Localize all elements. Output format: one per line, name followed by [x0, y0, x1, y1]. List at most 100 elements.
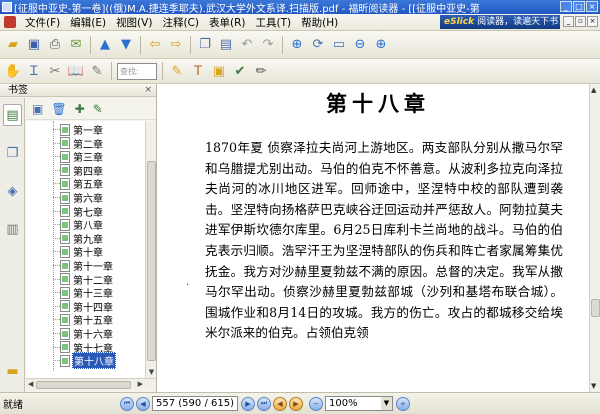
menu-edit[interactable]: 编辑(E) [65, 15, 111, 30]
menu-bar: 文件(F) 编辑(E) 视图(V) 注释(C) 表单(R) 工具(T) 帮助(H… [0, 14, 600, 31]
bookmark-item[interactable]: 第九章 [48, 232, 104, 246]
page-icon[interactable]: ▤ [217, 36, 235, 54]
bookmark-item[interactable]: 第十四章 [48, 300, 114, 314]
typewriter-icon[interactable]: Ｔ [189, 62, 207, 80]
doc-close-button[interactable]: × [587, 16, 598, 27]
bookmark-item[interactable]: 第二章 [48, 137, 104, 151]
history-back-icon[interactable]: ◀ [272, 396, 287, 411]
zoom-out-icon[interactable]: ⊖ [351, 36, 369, 54]
history-forward-icon[interactable]: ▶ [288, 396, 303, 411]
menu-file[interactable]: 文件(F) [20, 15, 65, 30]
document-vertical-scrollbar[interactable]: ▲ ▼ [589, 84, 600, 392]
menu-view[interactable]: 视图(V) [111, 15, 157, 30]
secondary-toolbar: ✋ Ꮖ ✂ 📖 ✎ 查找: ✎ Ｔ ▣ ✔ ✏ [0, 59, 600, 84]
fit-page-icon[interactable]: ▭ [330, 36, 348, 54]
bookmark-item[interactable]: 第十八章 [48, 352, 116, 370]
bookmark-item[interactable]: 第四章 [48, 164, 104, 178]
bookmark-item[interactable]: 第十二章 [48, 273, 114, 287]
comments-tab-icon[interactable]: ▬ [3, 360, 22, 382]
forward-arrow-icon[interactable]: ⇨ [167, 36, 185, 54]
bookmark-horizontal-scrollbar[interactable]: ◀ ▶ [26, 378, 156, 390]
main-toolbar: ▰ ▣ ⎙ ✉ ▲ ▼ ⇦ ⇨ ❐ ▤ ↶ ↷ ⊕ ⟳ ▭ ⊖ ⊕ [0, 31, 600, 59]
nav-down-icon[interactable]: ▼ [117, 36, 135, 54]
pencil-icon[interactable]: ✏ [252, 62, 270, 80]
bookmark-item[interactable]: 第一章 [48, 123, 104, 137]
stamp-icon[interactable]: ✔ [231, 62, 249, 80]
bookmark-item[interactable]: 第十章 [48, 245, 104, 259]
open-folder-icon[interactable]: ▰ [4, 36, 22, 54]
bookmark-item[interactable]: 第三章 [48, 150, 104, 164]
select-text-icon[interactable]: Ꮖ [25, 62, 43, 80]
bookmark-expand-icon[interactable]: ▣ [32, 102, 43, 116]
rotate-icon[interactable]: ⟳ [309, 36, 327, 54]
bookmarks-tab-icon[interactable]: ▤ [3, 104, 22, 126]
status-zoom-out-icon[interactable]: − [308, 396, 323, 411]
bookmark-item[interactable]: 第八章 [48, 218, 104, 232]
extract-page-icon[interactable]: ❐ [196, 36, 214, 54]
snapshot-icon[interactable]: ✂ [46, 62, 64, 80]
bookmark-item[interactable]: 第六章 [48, 191, 104, 205]
zoom-select[interactable]: 100% ▼ [324, 396, 393, 411]
eslick-promo-banner[interactable]: eSlick 阅读器，读遍天下书！ [440, 15, 560, 29]
sidebar: 书签 × ▤ ❐ ◈ ▥ ▬ ⌇ ▣ 🗑 ✚ ✎ 第一章第二章第三章第四章第五章… [0, 84, 157, 414]
bookmark-page-icon [60, 245, 70, 258]
bookmark-page-icon [60, 123, 70, 136]
page-count: (590 / 615) [178, 398, 234, 409]
note-icon[interactable]: ✎ [168, 62, 186, 80]
sidebar-close-icon[interactable]: × [144, 84, 152, 97]
zoom-value: 100% [328, 398, 358, 409]
bookmark-item[interactable]: 第五章 [48, 177, 104, 191]
menu-form[interactable]: 表单(R) [204, 15, 251, 30]
status-bar: 就绪 ⏮ ◀ 557 (590 / 615) ▶ ⏭ ◀ ▶ − 100% ▼ + [0, 392, 600, 414]
back-arrow-icon[interactable]: ⇦ [146, 36, 164, 54]
document-view[interactable]: 第十八章 · 1870年夏 侦察泽拉夫尚河上游地区。两支部队分别从撒马尔罕和乌腊… [158, 84, 589, 392]
first-page-icon[interactable]: ⏮ [120, 396, 134, 411]
bookmark-properties-icon[interactable]: ✎ [93, 102, 103, 116]
status-zoom-in-icon[interactable]: + [395, 396, 410, 411]
layers-tab-icon[interactable]: ◈ [3, 180, 22, 202]
bookmark-page-icon [60, 273, 70, 286]
save-icon[interactable]: ▣ [25, 36, 43, 54]
document-paragraph: 1870年夏 侦察泽拉夫尚河上游地区。两支部队分别从撒马尔罕和乌腊提尤别出动。马… [205, 140, 563, 341]
bookmark-label: 第十八章 [72, 352, 116, 370]
undo-icon[interactable]: ↶ [238, 36, 256, 54]
doc-minimize-button[interactable]: _ [563, 16, 574, 27]
highlight-icon[interactable]: ✎ [88, 62, 106, 80]
bookmark-item[interactable]: 第七章 [48, 205, 104, 219]
zoom-tool-icon[interactable]: ⊕ [288, 36, 306, 54]
zoom-in-icon[interactable]: ⊕ [372, 36, 390, 54]
chapter-title: 第十八章 [326, 91, 430, 116]
menu-help[interactable]: 帮助(H) [296, 15, 343, 30]
bookmark-item[interactable]: 第十六章 [48, 327, 114, 341]
book-icon[interactable]: 📖 [67, 62, 85, 80]
redo-icon[interactable]: ↷ [259, 36, 277, 54]
bookmark-item[interactable]: 第十三章 [48, 286, 114, 300]
bookmark-item[interactable]: 第十一章 [48, 259, 114, 273]
attachments-tab-icon[interactable]: ▥ [3, 218, 22, 240]
find-field[interactable]: 查找: [117, 62, 157, 80]
last-page-icon[interactable]: ⏭ [256, 396, 271, 411]
menu-comment[interactable]: 注释(C) [157, 15, 204, 30]
bookmark-page-icon [60, 313, 70, 326]
bookmark-vertical-scrollbar[interactable]: ▼ [145, 121, 156, 378]
menu-tools[interactable]: 工具(T) [250, 15, 296, 30]
pages-tab-icon[interactable]: ❐ [3, 142, 22, 164]
maximize-button[interactable]: □ [573, 1, 585, 12]
email-icon[interactable]: ✉ [67, 36, 85, 54]
nav-up-icon[interactable]: ▲ [96, 36, 114, 54]
prev-page-icon[interactable]: ◀ [136, 396, 150, 411]
comment-icon[interactable]: ▣ [210, 62, 228, 80]
bookmark-page-icon [60, 137, 70, 150]
bookmark-item[interactable]: 第十五章 [48, 313, 114, 327]
bookmark-add-icon[interactable]: ✚ [75, 102, 85, 116]
current-page-input[interactable]: 557 (590 / 615) [152, 396, 238, 411]
bookmark-page-icon [60, 164, 70, 177]
minimize-button[interactable]: _ [560, 1, 572, 12]
print-icon[interactable]: ⎙ [46, 36, 64, 54]
hand-tool-icon[interactable]: ✋ [4, 62, 22, 80]
bookmark-page-icon [60, 259, 70, 272]
doc-restore-button[interactable]: ▫ [575, 16, 586, 27]
bookmark-delete-icon[interactable]: 🗑 [51, 102, 66, 116]
next-page-icon[interactable]: ▶ [240, 396, 255, 411]
close-window-button[interactable]: × [586, 1, 598, 12]
